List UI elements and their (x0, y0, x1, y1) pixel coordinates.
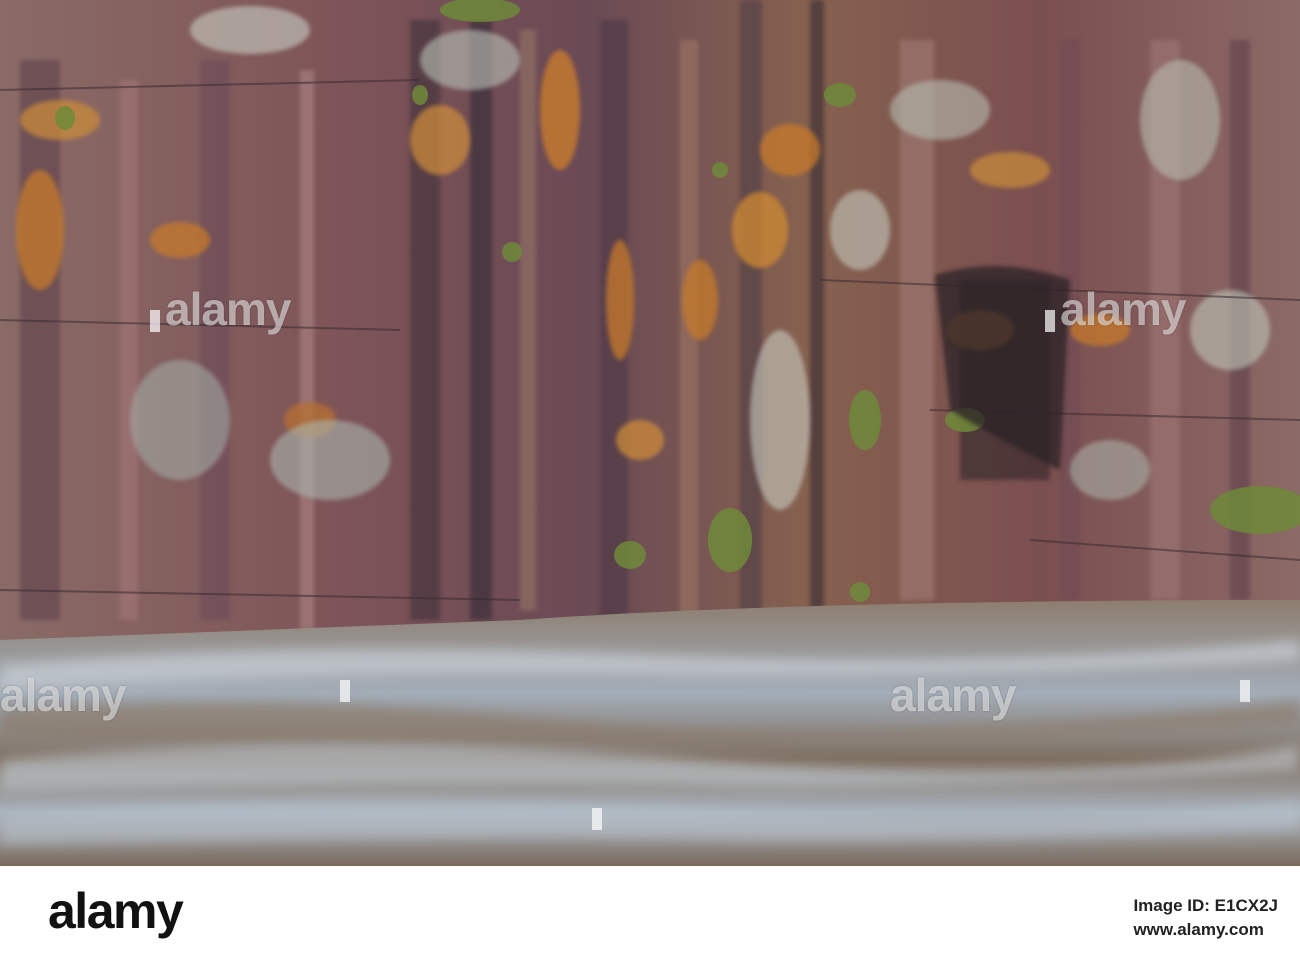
site-url: www.alamy.com (1133, 920, 1264, 939)
image-meta: Image ID: E1CX2J www.alamy.com (1133, 894, 1278, 942)
watermark: alamy (150, 282, 291, 336)
photo-stage: alamy alamy alamy alamy alamy Image ID: … (0, 0, 1300, 956)
watermark: alamy (0, 669, 126, 721)
watermark-icon (1240, 680, 1255, 702)
footer-bar: alamy Image ID: E1CX2J www.alamy.com (0, 870, 1300, 956)
watermark: alamy (1045, 282, 1186, 336)
image-id: Image ID: E1CX2J (1133, 896, 1278, 915)
cliff-river-photo: alamy alamy alamy alamy (0, 0, 1300, 866)
photo-illustration (0, 0, 1300, 866)
watermark: alamy (890, 669, 1016, 721)
brand-logo: alamy (48, 883, 184, 939)
watermark-icon (592, 808, 607, 830)
watermark-icon (340, 680, 355, 702)
